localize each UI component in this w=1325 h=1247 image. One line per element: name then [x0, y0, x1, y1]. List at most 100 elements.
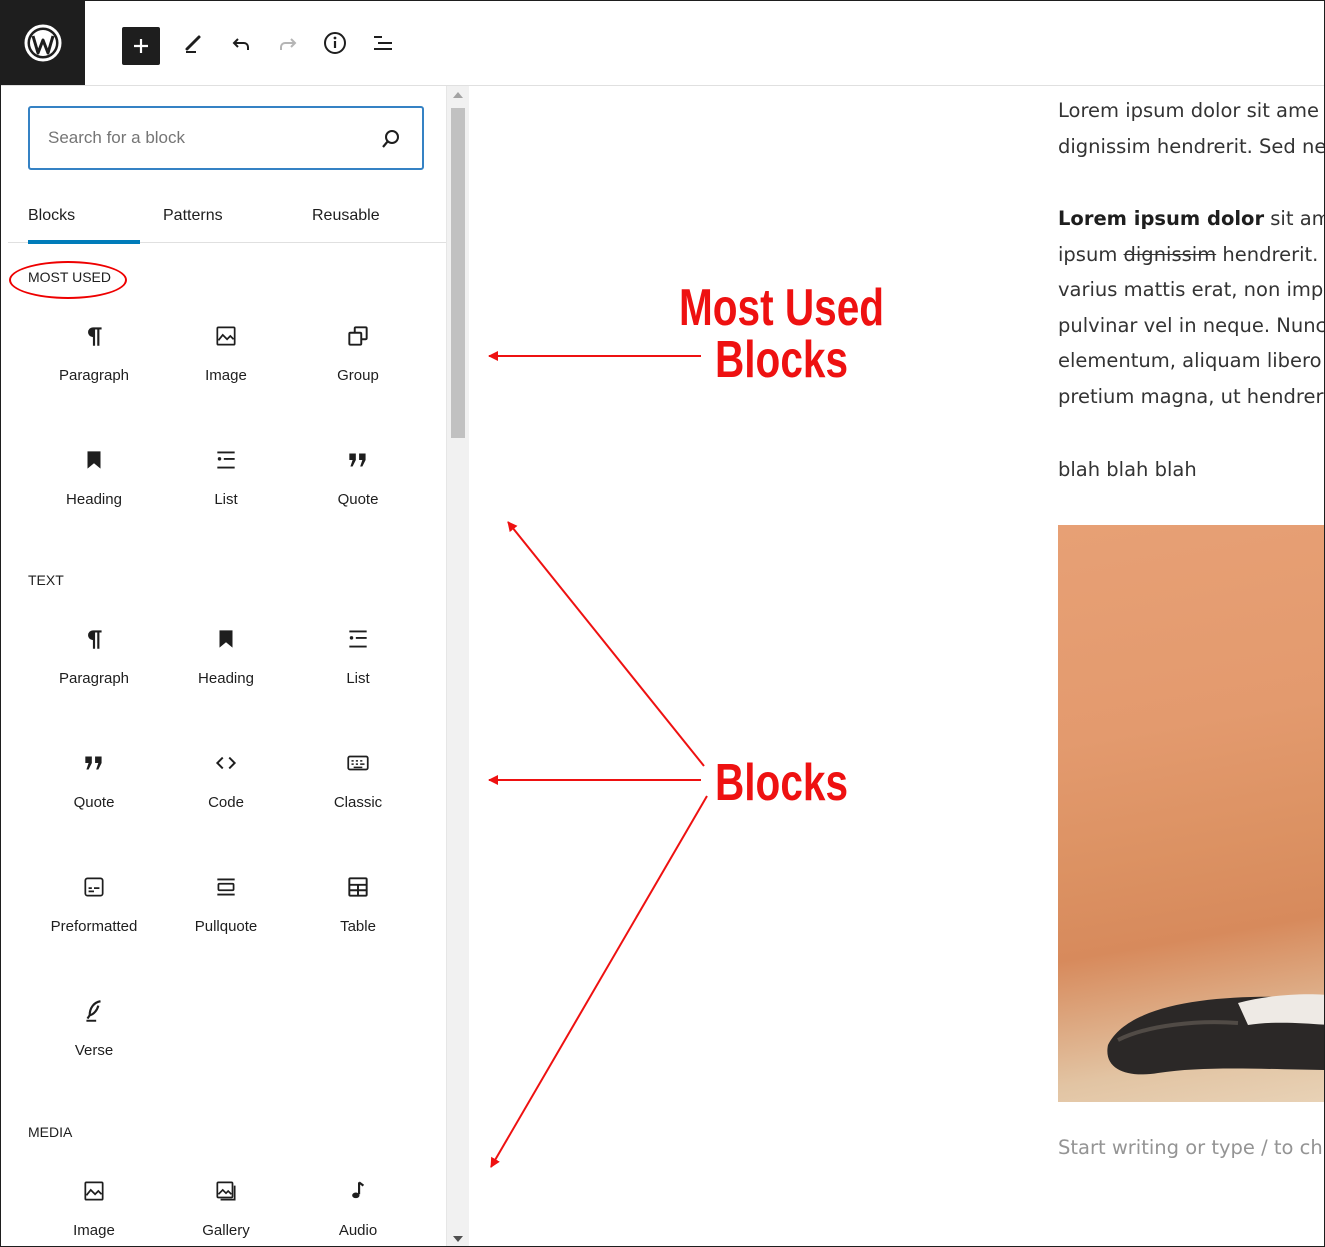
text-line: Lorem ipsum dolor sit am: [1058, 201, 1324, 237]
classic-icon: [343, 748, 373, 778]
block-item-quote[interactable]: Quote: [292, 441, 424, 561]
block-label: List: [214, 491, 238, 508]
wordpress-icon[interactable]: [1, 1, 85, 85]
strikethrough-text: dignissim: [1123, 242, 1217, 266]
block-label: Preformatted: [50, 918, 138, 935]
group-icon: [343, 321, 373, 351]
add-icon[interactable]: [122, 27, 160, 65]
text-line: ipsum dignissim hendrerit.: [1058, 237, 1324, 273]
block-appender-placeholder[interactable]: Start writing or type / to ch: [1058, 1136, 1323, 1159]
undo-icon[interactable]: [225, 27, 257, 59]
top-toolbar: [1, 1, 1324, 86]
block-item-group[interactable]: Group: [292, 317, 424, 437]
scrollbar-thumb[interactable]: [451, 108, 465, 438]
tab-patterns[interactable]: Patterns: [163, 190, 223, 242]
block-label: Classic: [333, 794, 383, 811]
list-view-icon[interactable]: [367, 27, 399, 59]
verse-icon: [79, 996, 109, 1026]
block-item-quote[interactable]: Quote: [28, 744, 160, 864]
category-heading: TEXT: [28, 572, 64, 588]
block-label: Group: [337, 367, 379, 384]
preformatted-icon: [79, 872, 109, 902]
block-label: Table: [340, 918, 376, 935]
text-span: sit am: [1264, 207, 1324, 230]
block-item-paragraph[interactable]: Paragraph: [28, 317, 160, 437]
search-input[interactable]: [48, 122, 348, 154]
block-item-image[interactable]: Image: [28, 1172, 160, 1246]
paragraph-block[interactable]: blah blah blah: [1058, 452, 1324, 488]
block-item-list[interactable]: List: [160, 441, 292, 561]
block-label: Audio: [338, 1222, 378, 1239]
paragraph-block[interactable]: Lorem ipsum dolor sit am ipsum dignissim…: [1058, 201, 1324, 414]
block-search-field[interactable]: [28, 106, 424, 170]
text-span: hendrerit.: [1216, 242, 1319, 266]
block-item-gallery[interactable]: Gallery: [160, 1172, 292, 1246]
text-line: varius mattis erat, non imp: [1058, 278, 1324, 301]
block-item-audio[interactable]: Audio: [292, 1172, 424, 1246]
redo-icon[interactable]: [272, 27, 304, 59]
block-label: Heading: [198, 670, 254, 687]
editor-canvas: Lorem ipsum dolor sit ame dignissim hend…: [469, 86, 1324, 1246]
text-line: Lorem ipsum dolor sit ame: [1058, 99, 1319, 122]
block-label: Quote: [73, 794, 115, 811]
scroll-up-icon[interactable]: [453, 92, 463, 98]
block-item-image[interactable]: Image: [160, 317, 292, 437]
text-span: ipsum: [1058, 242, 1124, 266]
block-label: Quote: [337, 491, 379, 508]
tab-label: Patterns: [163, 207, 223, 224]
list-icon: [211, 445, 241, 475]
text-line: pretium magna, ut hendrer: [1058, 384, 1324, 408]
heading-icon: [79, 445, 109, 475]
image-icon: [211, 321, 241, 351]
block-item-pullquote[interactable]: Pullquote: [160, 868, 292, 988]
tab-reusable[interactable]: Reusable: [312, 190, 380, 242]
block-item-code[interactable]: Code: [160, 744, 292, 864]
block-item-table[interactable]: Table: [292, 868, 424, 988]
block-item-list[interactable]: List: [292, 620, 424, 740]
scroll-down-icon[interactable]: [453, 1236, 463, 1242]
text-line: pulvinar vel in neque. Nunc: [1058, 313, 1324, 337]
block-item-preformatted[interactable]: Preformatted: [28, 868, 160, 988]
block-label: Paragraph: [58, 367, 130, 384]
tab-blocks[interactable]: Blocks: [28, 190, 140, 244]
text-line: elementum, aliquam libero: [1058, 349, 1322, 372]
editor-window: Blocks Patterns Reusable MOST USED TEXT …: [0, 0, 1325, 1247]
block-label: Heading: [66, 491, 122, 508]
tab-label: Blocks: [28, 207, 76, 224]
block-label: Gallery: [202, 1222, 250, 1239]
annotation-blocks: Blocks: [715, 754, 849, 812]
block-label: List: [346, 670, 370, 687]
inserter-tabs: Blocks Patterns Reusable: [8, 190, 446, 244]
cat-tail-image: [1107, 994, 1324, 1075]
category-heading: MOST USED: [28, 269, 111, 285]
block-label: Paragraph: [58, 670, 130, 687]
block-item-classic[interactable]: Classic: [292, 744, 424, 864]
block-item-verse[interactable]: Verse: [28, 992, 160, 1112]
image-block[interactable]: [1058, 525, 1324, 1102]
pullquote-icon: [211, 872, 241, 902]
list-icon: [343, 624, 373, 654]
block-label: Image: [73, 1222, 115, 1239]
tab-label: Reusable: [312, 207, 380, 224]
scrollbar[interactable]: [446, 86, 469, 1246]
block-item-heading[interactable]: Heading: [28, 441, 160, 561]
info-icon[interactable]: [319, 27, 351, 59]
edit-icon[interactable]: [178, 27, 210, 59]
block-label: Image: [205, 367, 247, 384]
quote-icon: [79, 748, 109, 778]
bold-text: Lorem ipsum dolor: [1058, 207, 1265, 230]
search-icon: [382, 130, 399, 148]
text-line: blah blah blah: [1058, 458, 1197, 481]
block-label: Code: [208, 794, 244, 811]
block-item-paragraph[interactable]: Paragraph: [28, 620, 160, 740]
table-icon: [343, 872, 373, 902]
category-heading: MEDIA: [28, 1124, 73, 1140]
image-icon: [79, 1176, 109, 1206]
paragraph-block[interactable]: Lorem ipsum dolor sit ame dignissim hend…: [1058, 93, 1324, 164]
code-icon: [211, 748, 241, 778]
block-label: Verse: [74, 1042, 114, 1059]
audio-icon: [343, 1176, 373, 1206]
block-item-heading[interactable]: Heading: [160, 620, 292, 740]
paragraph-icon: [79, 624, 109, 654]
block-label: Pullquote: [194, 918, 258, 935]
